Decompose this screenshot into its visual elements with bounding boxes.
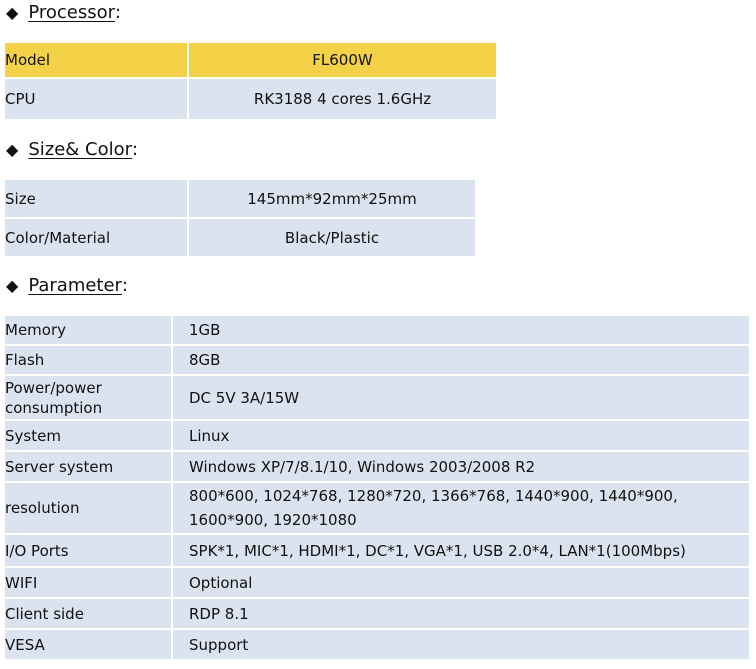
spec-value: 145mm*92mm*25mm <box>187 180 475 217</box>
table-row: Power/power consumption DC 5V 3A/15W <box>5 376 749 419</box>
table-row: VESA Support <box>5 630 749 659</box>
spec-key: Size <box>5 180 187 217</box>
spec-key: Model <box>5 43 187 77</box>
processor-table: Model FL600W CPU RK3188 4 cores 1.6GHz <box>5 41 496 121</box>
diamond-bullet-icon: ◆ <box>6 276 19 295</box>
spec-key: resolution <box>5 483 171 533</box>
table-row: System Linux <box>5 421 749 450</box>
size-color-heading: ◆ Size& Color: <box>6 139 138 160</box>
spec-value: 8GB <box>171 346 749 374</box>
size-color-colon: : <box>132 139 139 160</box>
spec-key: System <box>5 421 171 450</box>
spec-value: DC 5V 3A/15W <box>171 376 749 419</box>
table-row: CPU RK3188 4 cores 1.6GHz <box>5 79 496 119</box>
processor-colon: : <box>115 2 122 23</box>
spec-value: SPK*1, MIC*1, HDMI*1, DC*1, VGA*1, USB 2… <box>171 535 749 566</box>
spec-value: FL600W <box>187 43 496 77</box>
spec-key: I/O Ports <box>5 535 171 566</box>
spec-key: Flash <box>5 346 171 374</box>
spec-key: Memory <box>5 316 171 344</box>
spec-value: RK3188 4 cores 1.6GHz <box>187 79 496 119</box>
size-color-table: Size 145mm*92mm*25mm Color/Material Blac… <box>5 178 475 258</box>
spec-value: Support <box>171 630 749 659</box>
diamond-bullet-icon: ◆ <box>6 3 19 22</box>
parameter-heading: ◆ Parameter: <box>6 275 128 296</box>
spec-value: Optional <box>171 568 749 597</box>
spec-key: Server system <box>5 452 171 481</box>
spec-value: Black/Plastic <box>187 219 475 256</box>
processor-heading: ◆ Processor: <box>6 2 121 23</box>
table-row: Memory 1GB <box>5 316 749 344</box>
processor-title: Processor <box>28 2 116 23</box>
table-row: Model FL600W <box>5 43 496 77</box>
spec-key: Color/Material <box>5 219 187 256</box>
table-row: WIFI Optional <box>5 568 749 597</box>
spec-value: Windows XP/7/8.1/10, Windows 2003/2008 R… <box>171 452 749 481</box>
spec-key: WIFI <box>5 568 171 597</box>
table-row: Client side RDP 8.1 <box>5 599 749 628</box>
spec-value: Linux <box>171 421 749 450</box>
spec-value: 1GB <box>171 316 749 344</box>
table-row: I/O Ports SPK*1, MIC*1, HDMI*1, DC*1, VG… <box>5 535 749 566</box>
table-row: Server system Windows XP/7/8.1/10, Windo… <box>5 452 749 481</box>
spec-key: CPU <box>5 79 187 119</box>
parameter-title: Parameter <box>28 275 122 296</box>
parameter-colon: : <box>121 275 129 296</box>
spec-value: 800*600, 1024*768, 1280*720, 1366*768, 1… <box>171 483 749 533</box>
table-row: Color/Material Black/Plastic <box>5 219 475 256</box>
spec-key: Power/power consumption <box>5 376 171 419</box>
table-row: Flash 8GB <box>5 346 749 374</box>
table-row: Size 145mm*92mm*25mm <box>5 180 475 217</box>
spec-key: VESA <box>5 630 171 659</box>
size-color-title: Size& Color <box>28 139 133 160</box>
spec-value: RDP 8.1 <box>171 599 749 628</box>
diamond-bullet-icon: ◆ <box>6 140 19 159</box>
spec-key: Client side <box>5 599 171 628</box>
table-row: resolution 800*600, 1024*768, 1280*720, … <box>5 483 749 533</box>
parameter-table: Memory 1GB Flash 8GB Power/power consump… <box>5 314 749 661</box>
